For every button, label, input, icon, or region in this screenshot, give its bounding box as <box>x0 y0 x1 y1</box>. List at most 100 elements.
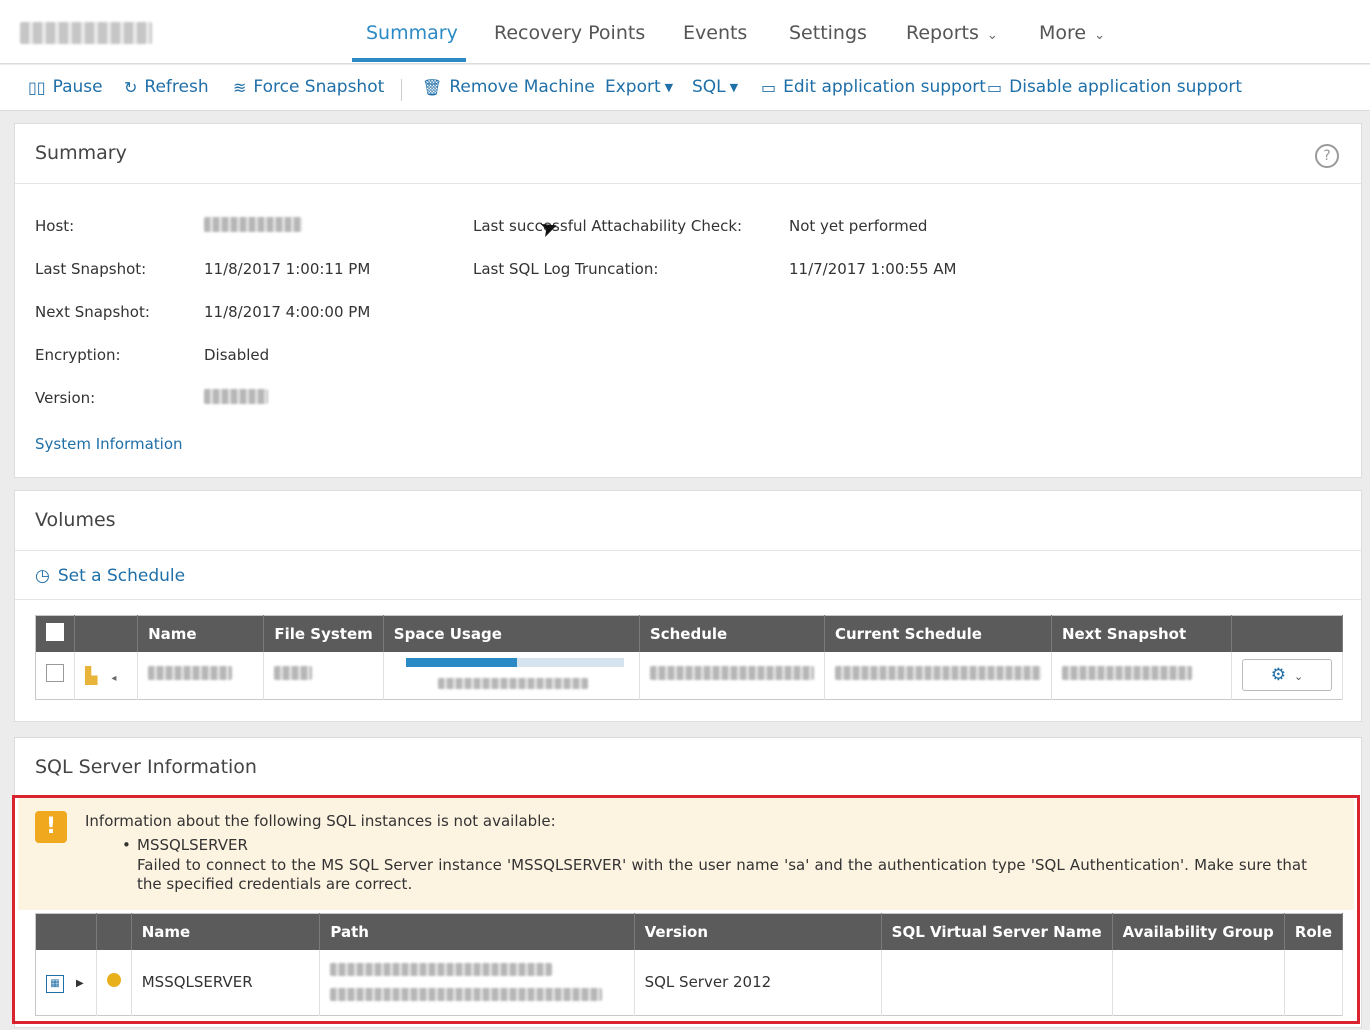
col-role[interactable]: Role <box>1284 913 1344 950</box>
row-select-cell <box>35 651 75 700</box>
status-header <box>96 913 132 950</box>
col-path[interactable]: Path <box>319 913 635 950</box>
schedule-cell <box>639 651 825 700</box>
sql-truncation-value: 11/7/2017 1:00:55 AM <box>789 260 957 278</box>
help-icon[interactable]: ? <box>1315 144 1339 168</box>
chevron-down-icon: ⌄ <box>1094 28 1106 43</box>
trash-icon: 🗑 <box>422 77 443 97</box>
space-usage-bar <box>405 657 624 667</box>
file-system-cell <box>263 651 384 700</box>
col-file-system[interactable]: File System <box>263 615 384 652</box>
sql-label: SQL <box>692 77 726 97</box>
tab-recovery-points[interactable]: Recovery Points <box>494 22 645 44</box>
tab-reports-label: Reports <box>906 22 979 44</box>
export-dropdown[interactable]: Export ▼ <box>605 77 673 97</box>
bullet-icon: • <box>122 836 131 854</box>
encryption-label: Encryption: <box>35 346 121 364</box>
refresh-button[interactable]: ↻ Refresh <box>124 77 209 97</box>
chevron-down-icon: ⌄ <box>986 28 998 43</box>
expand-icon[interactable]: ◂ <box>111 673 116 684</box>
caret-down-icon: ▼ <box>664 80 674 94</box>
col-space-usage[interactable]: Space Usage <box>383 615 640 652</box>
col-name[interactable]: Name <box>131 913 321 950</box>
active-tab-indicator <box>352 58 466 62</box>
action-toolbar: ▯▯ Pause ↻ Refresh ≋ Force Snapshot 🗑 Remove… <box>0 65 1370 111</box>
col-name[interactable]: Name <box>137 615 265 652</box>
row-actions-cell: ⚙ ⌄ <box>1231 651 1343 700</box>
pause-button[interactable]: ▯▯ Pause <box>28 77 103 97</box>
remove-machine-label: Remove Machine <box>449 77 595 97</box>
encryption-value: Disabled <box>204 346 270 364</box>
disable-window-icon: ▭ <box>987 77 1003 97</box>
volumes-panel: Volumes ◷ Set a Schedule Name File System… <box>14 490 1362 722</box>
layers-icon: ≋ <box>233 77 247 97</box>
role-cell <box>1284 949 1344 1016</box>
col-schedule[interactable]: Schedule <box>639 615 825 652</box>
warning-banner: ! Information about the following SQL in… <box>18 798 1354 910</box>
col-availability-group[interactable]: Availability Group <box>1112 913 1285 950</box>
host-value <box>204 217 302 236</box>
highlight-frame: ! Information about the following SQL in… <box>12 795 1360 1024</box>
instance-name-cell: MSSQLSERVER <box>131 949 321 1016</box>
machine-name <box>20 22 152 44</box>
database-icon: ▦ <box>46 974 64 993</box>
toolbar-divider <box>401 79 402 101</box>
col-current-schedule[interactable]: Current Schedule <box>824 615 1052 652</box>
col-virtual-server[interactable]: SQL Virtual Server Name <box>881 913 1113 950</box>
tab-more[interactable]: More ⌄ <box>1039 22 1105 44</box>
set-schedule-label: Set a Schedule <box>57 566 186 586</box>
pause-icon: ▯▯ <box>28 77 46 97</box>
tab-summary[interactable]: Summary <box>366 22 458 44</box>
edit-app-support-button[interactable]: ▭ Edit application support <box>761 77 986 97</box>
sql-truncation-label: Last SQL Log Truncation: <box>473 260 659 278</box>
select-all-checkbox[interactable] <box>46 622 64 641</box>
next-snapshot-label: Next Snapshot: <box>35 303 150 321</box>
expand-header <box>35 913 97 950</box>
summary-title: Summary <box>15 124 1361 184</box>
tab-more-label: More <box>1039 22 1087 44</box>
gear-icon: ⚙ <box>1270 665 1287 686</box>
next-snapshot-value: 11/8/2017 4:00:00 PM <box>204 303 371 321</box>
table-header-row: Name File System Space Usage Schedule Cu… <box>35 615 1343 652</box>
clock-icon: ◷ <box>35 566 50 586</box>
last-snapshot-label: Last Snapshot: <box>35 260 147 278</box>
sql-instances-table: Name Path Version SQL Virtual Server Nam… <box>35 913 1344 1016</box>
row-settings-button[interactable]: ⚙ ⌄ <box>1242 659 1332 692</box>
tab-events[interactable]: Events <box>683 22 747 44</box>
status-indicator-icon <box>106 973 121 988</box>
summary-panel: Summary ? Host: Last Snapshot: 11/8/2017… <box>14 123 1362 478</box>
expand-icon[interactable]: ▶ <box>76 978 84 989</box>
table-row: ▙ ◂ ⚙ ⌄ <box>35 651 1343 700</box>
set-schedule-link[interactable]: ◷ Set a Schedule <box>35 566 185 586</box>
pause-label: Pause <box>52 77 103 97</box>
availability-group-cell <box>1112 949 1285 1016</box>
export-label: Export <box>605 77 661 97</box>
attachability-label: Last successful Attachability Check: <box>473 217 743 235</box>
sql-dropdown[interactable]: SQL ▼ <box>692 77 738 97</box>
row-type-cell: ▙ ◂ <box>74 651 139 700</box>
host-label: Host: <box>35 217 75 235</box>
warning-title: Information about the following SQL inst… <box>85 812 556 830</box>
tab-reports[interactable]: Reports ⌄ <box>906 22 998 44</box>
edit-app-support-label: Edit application support <box>783 77 986 97</box>
space-usage-cell <box>383 651 640 700</box>
volumes-table: Name File System Space Usage Schedule Cu… <box>35 615 1343 700</box>
virtual-server-cell <box>881 949 1113 1016</box>
instance-version-cell: SQL Server 2012 <box>634 949 882 1016</box>
force-snapshot-label: Force Snapshot <box>253 77 385 97</box>
caret-down-icon: ▼ <box>729 80 739 94</box>
version-label: Version: <box>35 389 96 407</box>
col-next-snapshot[interactable]: Next Snapshot <box>1051 615 1233 652</box>
system-information-link[interactable]: System Information <box>35 435 183 453</box>
tab-settings[interactable]: Settings <box>789 22 867 44</box>
table-row: ▦ ▶ MSSQLSERVER SQL Server 2012 <box>35 949 1344 1016</box>
disable-app-support-button[interactable]: ▭ Disable application support <box>987 77 1242 97</box>
last-snapshot-value: 11/8/2017 1:00:11 PM <box>204 260 371 278</box>
table-header-row: Name Path Version SQL Virtual Server Nam… <box>35 913 1344 950</box>
warning-instance: MSSQLSERVER <box>137 836 248 854</box>
top-nav: Summary Recovery Points Events Settings … <box>0 0 1370 64</box>
force-snapshot-button[interactable]: ≋ Force Snapshot <box>233 77 384 97</box>
col-version[interactable]: Version <box>634 913 882 950</box>
remove-machine-button[interactable]: 🗑 Remove Machine <box>422 77 595 97</box>
row-checkbox[interactable] <box>46 664 64 683</box>
